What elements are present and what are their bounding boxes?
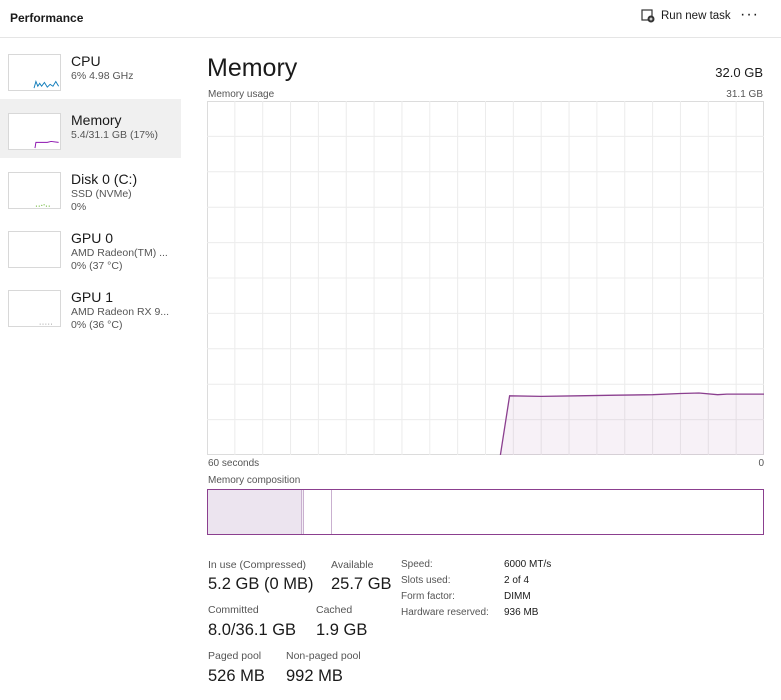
committed-label: Committed — [208, 604, 259, 616]
in-use-label: In use (Compressed) — [208, 559, 307, 571]
sidebar-item-gpu-0[interactable]: GPU 0 AMD Radeon(TM) ... 0% (37 °C) — [0, 217, 181, 276]
slots-used-value: 2 of 4 — [504, 575, 530, 586]
sidebar-item-detail: 6% 4.98 GHz — [71, 70, 134, 82]
sidebar-item-usage: 0% — [71, 201, 87, 213]
sidebar-item-usage: 0% (36 °C) — [71, 319, 123, 331]
memory-usage-chart — [207, 101, 764, 455]
sidebar-item-name: Memory — [71, 112, 122, 128]
available-value: 25.7 GB — [331, 575, 392, 593]
time-axis-end: 0 — [758, 458, 764, 469]
hardware-reserved-value: 936 MB — [504, 607, 539, 618]
sidebar-item-detail: 5.4/31.1 GB (17%) — [71, 129, 158, 141]
non-paged-pool-value: 992 MB — [286, 667, 343, 685]
disk-thumbnail-graph — [8, 172, 61, 209]
page-title: Performance — [10, 11, 84, 25]
form-factor-value: DIMM — [504, 591, 531, 602]
non-paged-pool-label: Non-paged pool — [286, 650, 361, 662]
sidebar-item-detail: SSD (NVMe) — [71, 188, 132, 200]
run-new-task-label: Run new task — [661, 10, 731, 22]
cached-label: Cached — [316, 604, 353, 616]
sidebar-item-cpu[interactable]: CPU 6% 4.98 GHz — [0, 40, 181, 99]
paged-pool-value: 526 MB — [208, 667, 265, 685]
speed-label: Speed: — [401, 559, 433, 570]
sidebar-item-memory[interactable]: Memory 5.4/31.1 GB (17%) — [0, 99, 181, 158]
more-options-button[interactable]: ··· — [740, 6, 759, 24]
sidebar-item-disk-0[interactable]: Disk 0 (C:) SSD (NVMe) 0% — [0, 158, 181, 217]
memory-composition-label: Memory composition — [208, 475, 301, 486]
slots-used-label: Slots used: — [401, 575, 451, 586]
sidebar-item-usage: 0% (37 °C) — [71, 260, 123, 272]
run-new-task-button[interactable]: Run new task — [641, 9, 731, 23]
sidebar-item-detail: AMD Radeon(TM) ... — [71, 247, 168, 259]
total-memory: 32.0 GB — [715, 65, 763, 80]
paged-pool-label: Paged pool — [208, 650, 262, 662]
composition-in-use — [208, 490, 303, 534]
top-bar: Performance Run new task ··· — [0, 0, 781, 38]
composition-standby — [304, 490, 333, 534]
hardware-reserved-label: Hardware reserved: — [401, 607, 489, 618]
in-use-value: 5.2 GB (0 MB) — [208, 575, 314, 593]
sidebar: CPU 6% 4.98 GHz Memory 5.4/31.1 GB (17%)… — [0, 40, 181, 335]
sidebar-item-gpu-1[interactable]: GPU 1 AMD Radeon RX 9... 0% (36 °C) — [0, 276, 181, 335]
sidebar-item-name: GPU 0 — [71, 230, 114, 246]
sidebar-item-name: CPU — [71, 53, 101, 69]
memory-usage-max: 31.1 GB — [726, 89, 763, 100]
memory-heading: Memory — [207, 54, 298, 82]
cpu-thumbnail-graph — [8, 54, 61, 91]
cached-value: 1.9 GB — [316, 621, 368, 639]
gpu1-thumbnail-graph — [8, 290, 61, 327]
available-label: Available — [331, 559, 374, 571]
run-task-icon — [641, 9, 655, 23]
gpu0-thumbnail-graph — [8, 231, 61, 268]
time-axis-start: 60 seconds — [208, 458, 260, 469]
sidebar-item-detail: AMD Radeon RX 9... — [71, 306, 170, 318]
form-factor-label: Form factor: — [401, 591, 455, 602]
sidebar-item-name: GPU 1 — [71, 289, 114, 305]
memory-composition-bar — [207, 489, 764, 535]
memory-thumbnail-graph — [8, 113, 61, 150]
memory-usage-label: Memory usage — [208, 89, 275, 100]
memory-usage-area — [500, 393, 764, 455]
committed-value: 8.0/36.1 GB — [208, 621, 297, 639]
speed-value: 6000 MT/s — [504, 559, 552, 570]
sidebar-item-name: Disk 0 (C:) — [71, 171, 138, 187]
